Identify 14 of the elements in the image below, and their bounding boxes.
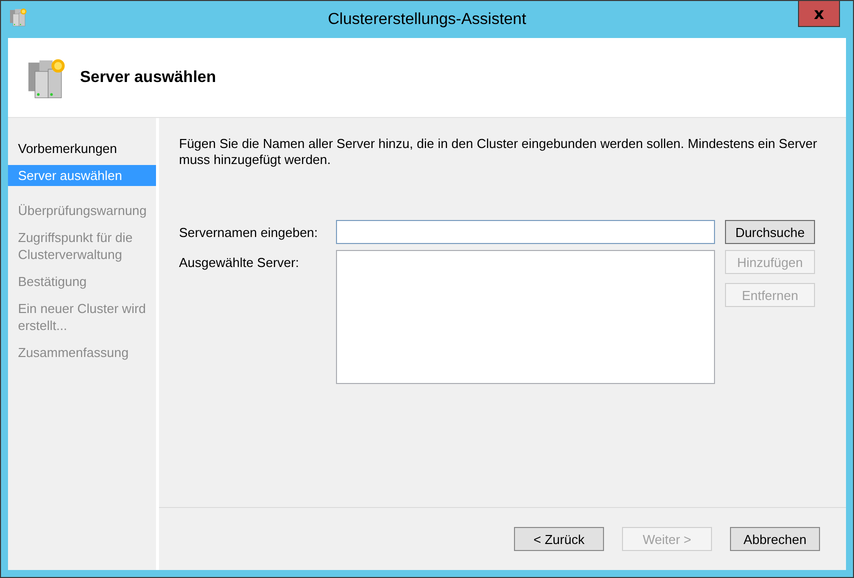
server-name-field[interactable] bbox=[336, 220, 715, 244]
server-icon bbox=[8, 7, 28, 27]
field-label: Ausgewählte Server: bbox=[179, 254, 300, 270]
server-list[interactable] bbox=[336, 250, 715, 384]
back-button[interactable]: < Zurück bbox=[514, 527, 604, 551]
instructions-text: Fügen Sie die Namen aller Server hinzu, die in den Cluster eingebunden werden sollen. Mindestens ein Server muss hinzugefügt werden. bbox=[179, 136, 818, 168]
window-title: Clustererstellungs-Assistent bbox=[328, 11, 526, 29]
cancel-button[interactable]: Abbrechen bbox=[730, 527, 820, 551]
browse-button[interactable]: Durchsuche bbox=[725, 220, 815, 244]
close-button[interactable]: x bbox=[798, 1, 840, 27]
wizard-step[interactable]: Vorbemerkungen bbox=[8, 138, 156, 159]
page-title: Server auswählen bbox=[80, 68, 216, 86]
wizard-step[interactable]: Server auswählen bbox=[8, 165, 156, 186]
field-label: Servernamen eingeben: bbox=[179, 224, 319, 240]
